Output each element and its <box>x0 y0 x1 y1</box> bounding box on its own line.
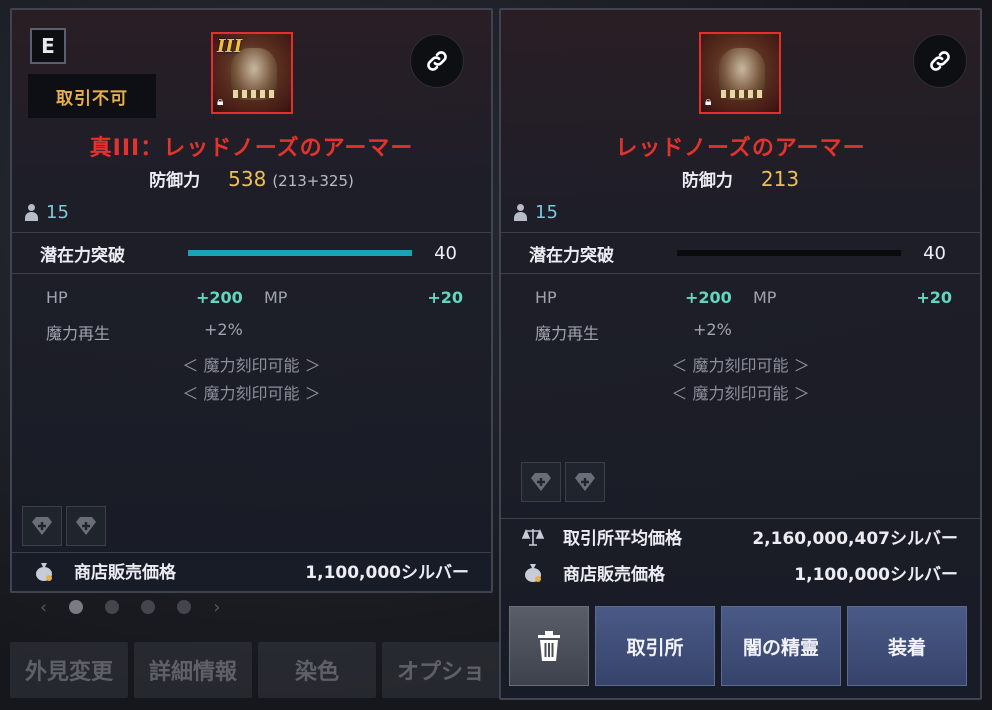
trash-icon <box>538 631 560 661</box>
regen-value: +2% <box>204 320 243 339</box>
shop-price-label: 商店販売価格 <box>563 564 665 585</box>
market-button[interactable]: 取引所 <box>595 606 715 686</box>
tab-options: オプショ <box>382 642 500 698</box>
pager-next-icon: › <box>213 596 221 618</box>
item-name: レッドノーズのアーマー <box>615 136 866 161</box>
tab-appearance: 外見変更 <box>10 642 128 698</box>
engrave-slot: ＜ 魔力刻印可能 ＞ <box>182 356 321 375</box>
mp-value: +20 <box>427 288 463 307</box>
level-value: 15 <box>535 202 558 223</box>
potential-bar-fill <box>188 250 412 256</box>
hp-value: +200 <box>685 288 732 307</box>
regen-label: 魔力再生 <box>46 324 111 343</box>
tab-dye: 染色 <box>258 642 376 698</box>
potential-bar <box>677 250 901 256</box>
armor-icon: III 🔒︎ <box>211 32 293 114</box>
shop-price-value: 1,100,000シルバー <box>794 564 958 585</box>
item-tooltip-left: E 取引不可 III 🔒︎ 真III：レッドノーズのアーマー 防御力 538 (2… <box>10 8 493 593</box>
background-pager: ‹ › <box>40 595 310 619</box>
scale-icon <box>521 525 545 549</box>
engrave-slot: ＜ 魔力刻印可能 ＞ <box>671 356 810 375</box>
defense-value: 538 <box>228 167 267 191</box>
gem-slots <box>22 506 106 546</box>
engrave-slot: ＜ 魔力刻印可能 ＞ <box>182 384 321 403</box>
required-level: 15 <box>513 202 558 223</box>
item-tooltip-right: 🔒︎ レッドノーズのアーマー 防御力 213 15 潜在力突破 40 HP +2… <box>499 8 982 700</box>
shop-price-value: 1,100,000シルバー <box>305 563 469 583</box>
item-name: 真III：レッドノーズのアーマー <box>89 136 414 161</box>
money-bag-icon <box>521 560 545 584</box>
mp-label: MP <box>264 288 288 307</box>
untradable-label: 取引不可 <box>28 74 156 118</box>
link-icon[interactable] <box>410 34 464 88</box>
market-avg-label: 取引所平均価格 <box>563 529 682 549</box>
mp-value: +20 <box>916 288 952 307</box>
stat-row: 魔力再生 +2% <box>12 320 491 348</box>
shop-price-row: 商店販売価格 1,100,000シルバー <box>12 552 491 588</box>
shop-price-row: 商店販売価格 1,100,000シルバー <box>501 554 980 590</box>
hp-label: HP <box>46 288 68 307</box>
hp-label: HP <box>535 288 557 307</box>
dark-spirit-button[interactable]: 闇の精霊 <box>721 606 841 686</box>
gem-slot-add-icon[interactable] <box>565 462 605 502</box>
level-value: 15 <box>46 202 69 223</box>
money-bag-icon <box>32 559 56 583</box>
action-bar: 取引所 闇の精霊 装着 <box>509 606 967 686</box>
market-avg-price-row: 取引所平均価格 2,160,000,407シルバー <box>501 518 980 554</box>
regen-label: 魔力再生 <box>535 324 600 343</box>
person-icon <box>513 203 527 222</box>
armor-icon: 🔒︎ <box>699 32 781 114</box>
potential-row: 潜在力突破 40 <box>12 232 491 274</box>
mp-label: MP <box>753 288 777 307</box>
stat-row: HP +200 MP +20 <box>12 288 491 316</box>
regen-value: +2% <box>693 320 732 339</box>
pager-dot <box>105 600 120 614</box>
lock-icon: 🔒︎ <box>705 94 712 108</box>
equip-button[interactable]: 装着 <box>847 606 967 686</box>
pager-dot <box>177 600 192 614</box>
defense-label: 防御力 <box>149 171 201 191</box>
lock-icon: 🔒︎ <box>217 94 224 108</box>
required-level: 15 <box>24 202 69 223</box>
market-avg-value: 2,160,000,407シルバー <box>752 529 958 549</box>
enhance-level: III <box>217 36 243 57</box>
defense-label: 防御力 <box>681 171 733 191</box>
pager-prev-icon: ‹ <box>40 596 48 618</box>
defense-row: 防御力 538 (213+325) <box>12 166 491 191</box>
defense-breakdown: (213+325) <box>272 172 354 190</box>
potential-value: 40 <box>434 242 457 264</box>
person-icon <box>24 203 38 222</box>
stat-row: HP +200 MP +20 <box>501 288 980 316</box>
stat-row: 魔力再生 +2% <box>501 320 980 348</box>
gem-slot-add-icon[interactable] <box>22 506 62 546</box>
pager-dot <box>141 600 156 614</box>
potential-label: 潜在力突破 <box>529 245 614 266</box>
potential-label: 潜在力突破 <box>40 245 125 266</box>
tab-details: 詳細情報 <box>134 642 252 698</box>
potential-row: 潜在力突破 40 <box>501 232 980 274</box>
defense-value: 213 <box>760 167 800 191</box>
gem-slot-add-icon[interactable] <box>521 462 561 502</box>
gem-slot-add-icon[interactable] <box>66 506 106 546</box>
shop-price-label: 商店販売価格 <box>74 563 176 583</box>
pager-dot <box>69 600 84 614</box>
gem-slots <box>521 462 605 502</box>
link-icon[interactable] <box>913 34 967 88</box>
hp-value: +200 <box>196 288 243 307</box>
grade-badge: E <box>30 28 66 64</box>
background-tabs: 外見変更 詳細情報 染色 オプショ <box>10 642 500 702</box>
potential-bar <box>188 250 412 256</box>
delete-button[interactable] <box>509 606 589 686</box>
defense-row: 防御力 213 <box>501 166 980 191</box>
engrave-slot: ＜ 魔力刻印可能 ＞ <box>671 384 810 403</box>
potential-value: 40 <box>923 242 946 264</box>
